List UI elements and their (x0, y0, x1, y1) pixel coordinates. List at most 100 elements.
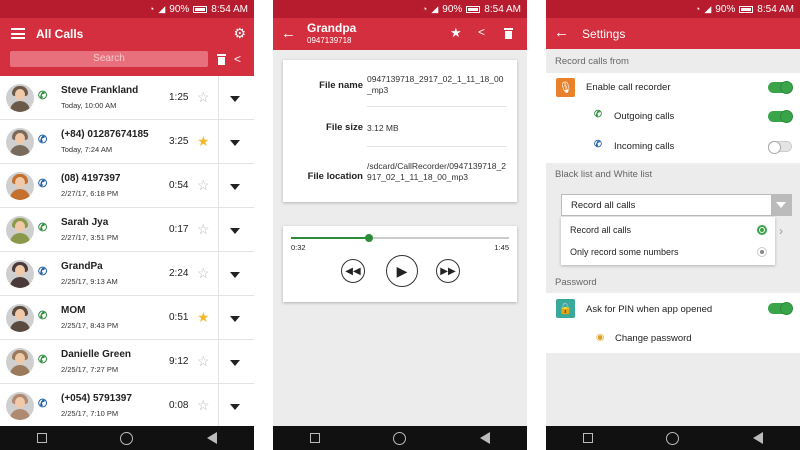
clock: 8:54 AM (757, 3, 794, 15)
system-nav-bar (0, 426, 254, 450)
back-button[interactable] (478, 431, 492, 445)
call-row[interactable]: ✆ (+84) 01287674185 Today, 7:24 AM 3:25 ★ (0, 120, 254, 164)
incoming-calls-toggle[interactable] (768, 141, 792, 154)
back-button[interactable] (751, 431, 765, 445)
call-duration: 0:51 (169, 312, 189, 323)
home-button[interactable] (393, 431, 407, 445)
contact-name: (+054) 5791397 (61, 393, 132, 404)
seek-bar-thumb[interactable] (365, 234, 374, 242)
star-icon[interactable]: ☆ (197, 89, 210, 106)
chevron-down-icon[interactable] (230, 316, 240, 322)
seek-bar-progress (291, 237, 370, 239)
avatar (6, 216, 34, 244)
current-time: 0:32 (291, 243, 306, 252)
radio-record-all[interactable] (757, 225, 767, 235)
avatar (6, 304, 34, 332)
key-icon: ◉ (596, 332, 605, 343)
chevron-down-icon[interactable] (771, 195, 791, 215)
outgoing-call-icon: ✆ (38, 90, 48, 102)
share-icon[interactable]: < (478, 25, 485, 39)
recent-apps-button[interactable] (581, 431, 595, 445)
file-info-card: File name 0947139718_2917_02_1_11_18_00_… (283, 60, 517, 202)
call-row[interactable]: ✆ GrandPa 2/25/17, 9:13 AM 2:24 ☆ (0, 252, 254, 296)
radio-record-some[interactable] (757, 247, 767, 257)
option-record-all[interactable]: Record all calls (570, 225, 631, 235)
call-row[interactable]: ✆ Sarah Jya 2/27/17, 3:51 PM 0:17 ☆ (0, 208, 254, 252)
recent-apps-button[interactable] (308, 431, 322, 445)
enable-recorder-toggle[interactable] (768, 81, 793, 94)
file-location-value: /sdcard/CallRecorder/0947139718_2917_02_… (367, 161, 506, 182)
phone-settings: ◔ ◢ 90% 8:54 AM ← Settings Record calls … (546, 0, 800, 450)
star-icon[interactable]: ★ (197, 309, 210, 326)
star-icon[interactable]: ☆ (197, 221, 210, 238)
dropdown-selected-value: Record all calls (571, 200, 636, 211)
chevron-down-icon[interactable] (230, 404, 240, 410)
home-button[interactable] (666, 431, 680, 445)
call-row[interactable]: ✆ (+054) 5791397 2/25/17, 7:10 PM 0:08 ☆ (0, 384, 254, 428)
app-bar: All Calls ⚙ Search < (0, 18, 254, 76)
fast-forward-icon: ▶▶ (440, 265, 456, 277)
call-list: ✆ Steve Frankland Today, 10:00 AM 1:25 ☆ ✆ (+8… (0, 76, 254, 428)
call-row[interactable]: ✆ Danielle Green 2/25/17, 7:27 PM 9:12 ☆ (0, 340, 254, 384)
ask-pin-toggle[interactable] (768, 302, 793, 315)
call-duration: 0:08 (169, 400, 189, 411)
avatar (6, 392, 34, 420)
call-row[interactable]: ✆ (08) 4197397 2/27/17, 6:18 PM 0:54 ☆ (0, 164, 254, 208)
battery-percent: 90% (169, 3, 190, 15)
rewind-button[interactable]: ◀◀ (341, 259, 365, 283)
play-icon: ▶ (396, 262, 408, 279)
trash-icon[interactable] (217, 52, 226, 70)
back-button[interactable] (205, 431, 219, 445)
file-size-row: File size 3.12 MB (283, 116, 517, 146)
contact-name: (+84) 01287674185 (61, 129, 149, 140)
contact-name: (08) 4197397 (61, 173, 121, 184)
star-icon[interactable]: ★ (197, 133, 210, 150)
outgoing-calls-toggle[interactable] (768, 110, 793, 123)
star-icon[interactable]: ☆ (197, 397, 210, 414)
star-icon[interactable]: ☆ (197, 177, 210, 194)
incoming-call-icon: ✆ (38, 134, 48, 146)
call-date: 2/27/17, 6:18 PM (61, 189, 119, 198)
avatar (6, 128, 34, 156)
chevron-down-icon[interactable] (230, 272, 240, 278)
call-row[interactable]: ✆ Steve Frankland Today, 10:00 AM 1:25 ☆ (0, 76, 254, 120)
call-row[interactable]: ✆ MOM 2/25/17, 8:43 PM 0:51 ★ (0, 296, 254, 340)
back-arrow-icon[interactable]: ← (554, 24, 569, 41)
star-icon[interactable]: ☆ (197, 353, 210, 370)
call-duration: 0:17 (169, 224, 189, 235)
chevron-down-icon[interactable] (230, 360, 240, 366)
option-record-some[interactable]: Only record some numbers (570, 247, 679, 257)
trash-icon[interactable] (504, 26, 513, 44)
search-input[interactable]: Search (10, 51, 208, 67)
ask-pin-label: Ask for PIN when app opened (586, 304, 713, 315)
record-mode-dropdown[interactable]: Record all calls (561, 194, 792, 216)
avatar (6, 260, 34, 288)
chevron-down-icon[interactable] (230, 140, 240, 146)
fast-forward-button[interactable]: ▶▶ (436, 259, 460, 283)
file-size-label: File size (326, 122, 363, 133)
chevron-down-icon[interactable] (230, 96, 240, 102)
call-date: 2/25/17, 8:43 PM (61, 321, 119, 330)
chevron-down-icon[interactable] (230, 184, 240, 190)
gear-icon[interactable]: ⚙ (233, 25, 246, 42)
wifi-icon: ◔ (421, 4, 428, 14)
contact-name: Danielle Green (61, 349, 132, 360)
menu-icon[interactable] (11, 28, 25, 39)
back-arrow-icon[interactable]: ← (281, 25, 296, 42)
change-password-link[interactable]: Change password (615, 333, 692, 344)
share-icon[interactable]: < (234, 52, 241, 66)
play-button[interactable]: ▶ (386, 255, 418, 287)
wifi-icon: ◔ (694, 4, 701, 14)
audio-player-card: 0:32 1:45 ◀◀ ▶ ▶▶ (283, 226, 517, 302)
avatar (6, 348, 34, 376)
star-icon[interactable]: ☆ (197, 265, 210, 282)
chevron-down-icon[interactable] (230, 228, 240, 234)
system-nav-bar (273, 426, 527, 450)
recent-apps-button[interactable] (35, 431, 49, 445)
star-icon[interactable]: ★ (450, 25, 462, 41)
record-settings-group: 🎙 Enable call recorder ✆ Outgoing calls … (546, 73, 800, 163)
call-duration: 1:25 (169, 92, 189, 103)
seek-bar[interactable] (291, 234, 509, 242)
home-button[interactable] (120, 431, 134, 445)
contact-name: GrandPa (61, 261, 103, 272)
